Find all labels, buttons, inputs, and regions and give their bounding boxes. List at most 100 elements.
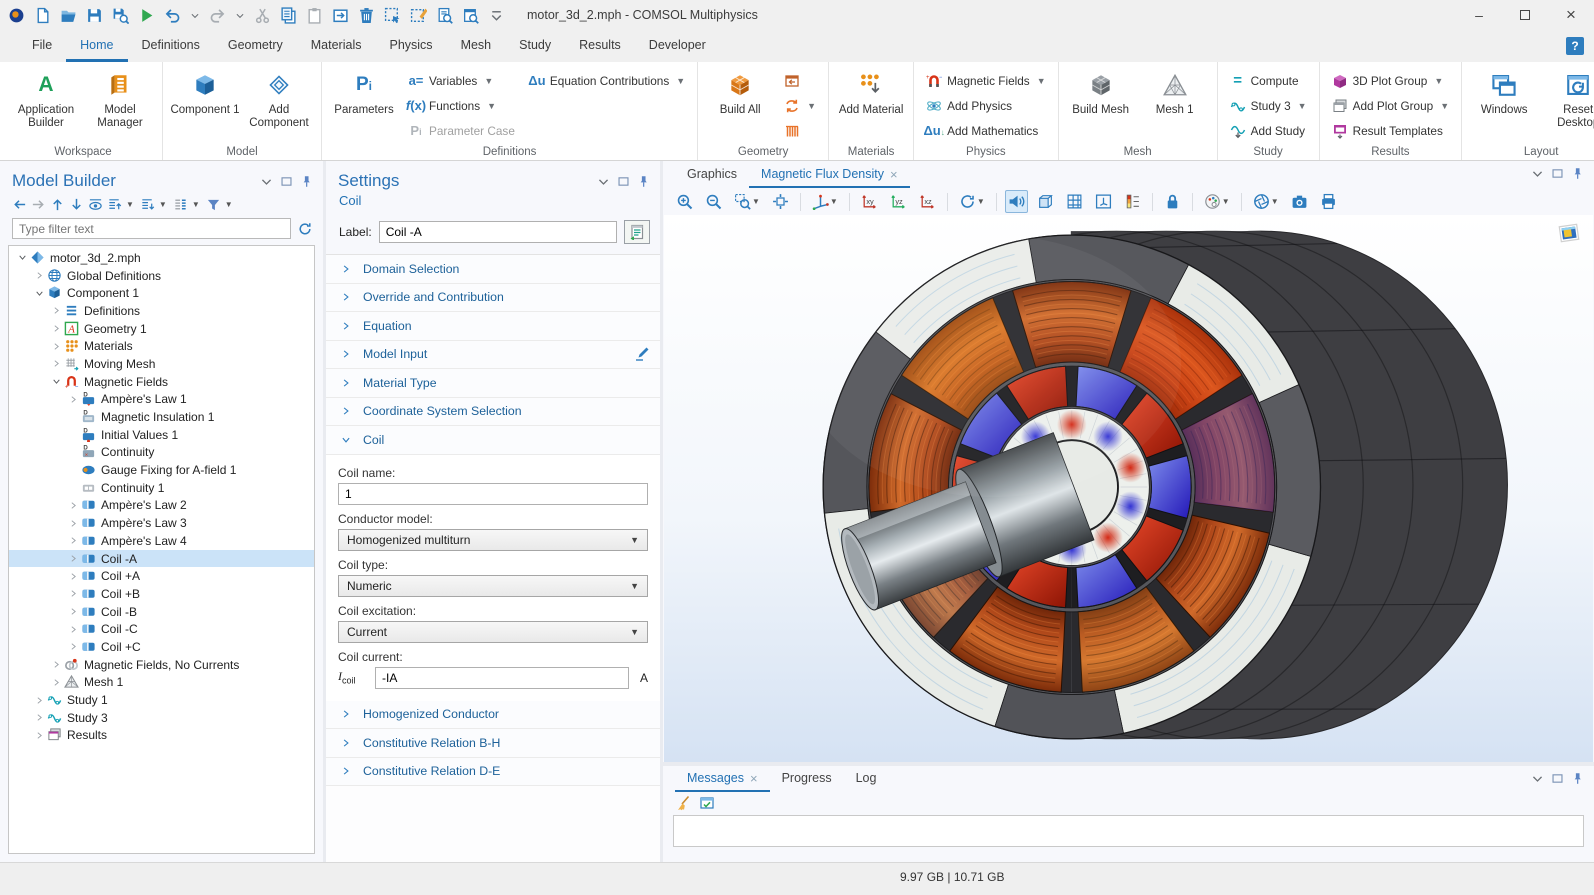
chevron-down-icon[interactable]: ▼ [225, 200, 233, 209]
float-icon[interactable] [1551, 772, 1564, 785]
snapshot-button[interactable] [1288, 190, 1311, 213]
cut-icon[interactable] [254, 7, 271, 24]
section-homogenized-conductor[interactable]: Homogenized Conductor [326, 701, 660, 730]
coil-excitation-select[interactable]: Current▼ [338, 621, 648, 643]
tree-item-materials[interactable]: Materials [9, 337, 314, 355]
chevron-down-icon[interactable]: ▼ [1222, 197, 1230, 206]
expander-icon[interactable] [32, 289, 46, 298]
section-material-type[interactable]: Material Type [326, 369, 660, 398]
menu-item-home[interactable]: Home [66, 30, 127, 62]
clear-messages-icon[interactable] [675, 795, 691, 811]
collapse-all-icon[interactable] [107, 197, 122, 212]
tree-item-amp-re-s-law-4[interactable]: Ampère's Law 4 [9, 532, 314, 550]
minimize-button[interactable]: – [1456, 0, 1502, 30]
node-text-icon[interactable] [173, 197, 188, 212]
zoom-out-button[interactable] [702, 190, 725, 213]
menu-item-mesh[interactable]: Mesh [447, 30, 506, 62]
tree-item-component-1[interactable]: Component 1 [9, 284, 314, 302]
tree-item-study-1[interactable]: Study 1 [9, 691, 314, 709]
panel-menu-icon[interactable] [260, 175, 273, 188]
go-back-icon[interactable] [12, 197, 27, 212]
float-icon[interactable] [280, 175, 293, 188]
model-manager-button[interactable]: Model Manager [84, 66, 156, 130]
move-down-icon[interactable] [69, 197, 84, 212]
zoom-extents-button[interactable] [769, 190, 792, 213]
zoom-box-button[interactable]: ▼ [731, 190, 763, 213]
expander-icon[interactable] [66, 589, 80, 598]
redo-icon[interactable] [209, 7, 226, 24]
add-plot-group-button[interactable]: Add Plot Group▼ [1326, 93, 1456, 118]
tree-item-magnetic-fields-no-currents[interactable]: Magnetic Fields, No Currents [9, 656, 314, 674]
expander-icon[interactable] [49, 306, 63, 315]
filter-input[interactable] [12, 218, 291, 239]
menu-item-results[interactable]: Results [565, 30, 635, 62]
save-as-icon[interactable] [112, 7, 129, 24]
chevron-down-icon[interactable]: ▼ [126, 200, 134, 209]
scene-light-button[interactable] [1005, 190, 1028, 213]
help-button[interactable]: ? [1566, 37, 1584, 55]
run-icon[interactable] [138, 7, 155, 24]
perspective-button[interactable] [1034, 190, 1057, 213]
parameters-button[interactable]: PiParameters [328, 66, 400, 117]
tab-messages[interactable]: Messages× [675, 766, 770, 792]
menu-item-definitions[interactable]: Definitions [128, 30, 214, 62]
tree-item-coil-c[interactable]: Coil +C [9, 638, 314, 656]
open-file-icon[interactable] [60, 7, 77, 24]
chevron-down-icon[interactable]: ▼ [192, 200, 200, 209]
tree-item-moving-mesh[interactable]: Moving Mesh [9, 355, 314, 373]
menu-item-study[interactable]: Study [505, 30, 565, 62]
pin-icon[interactable] [637, 175, 650, 188]
expander-icon[interactable] [49, 678, 63, 687]
tree-item-mesh-1[interactable]: Mesh 1 [9, 674, 314, 692]
expander-icon[interactable] [49, 359, 63, 368]
paste-icon[interactable] [306, 7, 323, 24]
view-xy-button[interactable]: xy [858, 190, 881, 213]
pin-icon[interactable] [1571, 772, 1584, 785]
section-override-and-contribution[interactable]: Override and Contribution [326, 284, 660, 313]
build-all-button[interactable]: Build All [704, 66, 776, 117]
section-coordinate-system-selection[interactable]: Coordinate System Selection [326, 398, 660, 427]
pin-icon[interactable] [1571, 167, 1584, 180]
expander-icon[interactable] [66, 536, 80, 545]
open-table-icon[interactable] [699, 795, 715, 811]
close-button[interactable]: × [1548, 0, 1594, 30]
edit-variable-icon[interactable] [634, 346, 650, 362]
tree-item-results[interactable]: Results [9, 727, 314, 745]
tree-item-coil-c[interactable]: Coil -C [9, 620, 314, 638]
view-triad-button[interactable]: ▼ [809, 190, 841, 213]
panel-menu-icon[interactable] [1531, 167, 1544, 180]
coil-type-select[interactable]: Numeric▼ [338, 575, 648, 597]
panel-menu-icon[interactable] [1531, 772, 1544, 785]
tree-item-coil-b[interactable]: Coil +B [9, 585, 314, 603]
add-study-button[interactable]: Add Study [1224, 118, 1313, 143]
menu-item-physics[interactable]: Physics [375, 30, 446, 62]
tree-item-global-definitions[interactable]: Global Definitions [9, 267, 314, 285]
chevron-down-icon[interactable]: ▼ [977, 197, 985, 206]
label-input[interactable] [379, 221, 617, 243]
expander-icon[interactable] [66, 642, 80, 651]
functions-button[interactable]: f(x)Functions▼ [402, 93, 521, 118]
undo-icon[interactable] [164, 7, 181, 24]
duplicate-icon[interactable] [332, 7, 349, 24]
expander-icon[interactable] [32, 696, 46, 705]
move-up-icon[interactable] [50, 197, 65, 212]
create-selection-button[interactable] [624, 220, 650, 244]
tree-item-amp-re-s-law-1[interactable]: DAmpère's Law 1 [9, 391, 314, 409]
float-icon[interactable] [617, 175, 630, 188]
result-templates-button[interactable]: Result Templates [1326, 118, 1456, 143]
delete-icon[interactable] [358, 7, 375, 24]
maximize-button[interactable] [1502, 0, 1548, 30]
chevron-down-icon[interactable]: ▼ [752, 197, 760, 206]
view-xz-button[interactable]: xz [916, 190, 939, 213]
plot-thumbnail-icon[interactable] [1558, 222, 1581, 245]
tab-magnetic-flux-density[interactable]: Magnetic Flux Density× [749, 162, 910, 188]
coil-name-input[interactable] [338, 483, 648, 505]
refresh-icon[interactable] [297, 221, 313, 237]
expander-icon[interactable] [32, 713, 46, 722]
section-equation[interactable]: Equation [326, 312, 660, 341]
panel-menu-icon[interactable] [597, 175, 610, 188]
add-component-button[interactable]: Add Component [243, 66, 315, 130]
magnetic-fields-button[interactable]: +−Magnetic Fields▼ [920, 68, 1052, 93]
variables-button[interactable]: a=Variables▼ [402, 68, 521, 93]
conductor-model-select[interactable]: Homogenized multiturn▼ [338, 529, 648, 551]
